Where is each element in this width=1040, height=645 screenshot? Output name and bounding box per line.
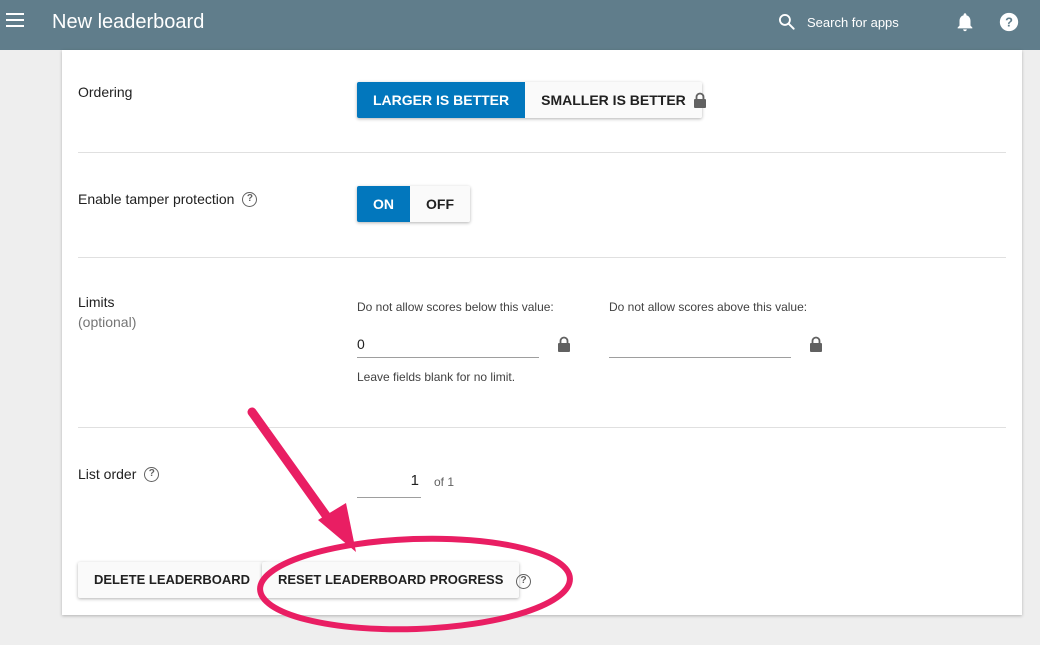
max-score-label: Do not allow scores above this value: bbox=[609, 300, 808, 314]
delete-leaderboard-button[interactable]: DELETE LEADERBOARD bbox=[78, 562, 267, 598]
limits-label: Limits bbox=[78, 294, 115, 310]
divider bbox=[78, 257, 1006, 258]
tamper-on-button[interactable]: ON bbox=[357, 186, 410, 222]
min-score-input[interactable]: 0 bbox=[357, 332, 539, 358]
page-title: New leaderboard bbox=[52, 11, 205, 33]
min-score-label: Do not allow scores below this value: bbox=[357, 300, 554, 314]
svg-text:?: ? bbox=[1005, 15, 1013, 30]
max-score-input[interactable] bbox=[609, 332, 791, 358]
help-icon[interactable]: ? bbox=[998, 11, 1020, 33]
help-circle-icon[interactable]: ? bbox=[242, 191, 258, 207]
reset-leaderboard-progress-button[interactable]: RESET LEADERBOARD PROGRESS bbox=[262, 562, 520, 598]
notifications-icon[interactable] bbox=[954, 11, 976, 33]
list-order-label: List order? bbox=[78, 466, 160, 483]
tamper-protection-label: Enable tamper protection? bbox=[78, 191, 258, 208]
tamper-protection-text: Enable tamper protection bbox=[78, 191, 235, 207]
lock-icon bbox=[558, 336, 570, 352]
larger-is-better-button[interactable]: LARGER IS BETTER bbox=[357, 82, 526, 118]
search-icon[interactable] bbox=[777, 12, 797, 32]
smaller-is-better-button[interactable]: SMALLER IS BETTER bbox=[525, 82, 702, 118]
ordering-label: Ordering bbox=[78, 84, 133, 100]
menu-icon[interactable] bbox=[6, 13, 24, 27]
lock-icon bbox=[694, 92, 706, 108]
settings-card bbox=[62, 50, 1022, 615]
limits-optional-label: (optional) bbox=[78, 314, 137, 330]
divider bbox=[78, 427, 1006, 428]
list-order-text: List order bbox=[78, 466, 137, 482]
help-circle-icon[interactable]: ? bbox=[516, 574, 531, 589]
help-circle-icon[interactable]: ? bbox=[144, 466, 160, 482]
tamper-off-button[interactable]: OFF bbox=[410, 186, 470, 222]
list-order-input[interactable]: 1 bbox=[357, 472, 421, 498]
divider bbox=[78, 152, 1006, 153]
top-app-bar: New leaderboard Search for apps ? bbox=[0, 0, 1040, 50]
list-order-total: of 1 bbox=[434, 475, 455, 489]
lock-icon bbox=[810, 336, 822, 352]
tamper-protection-toggle: ON OFF bbox=[357, 186, 470, 222]
limits-hint: Leave fields blank for no limit. bbox=[357, 370, 516, 384]
search-input[interactable]: Search for apps bbox=[807, 15, 899, 30]
ordering-toggle: LARGER IS BETTER SMALLER IS BETTER bbox=[357, 82, 702, 118]
